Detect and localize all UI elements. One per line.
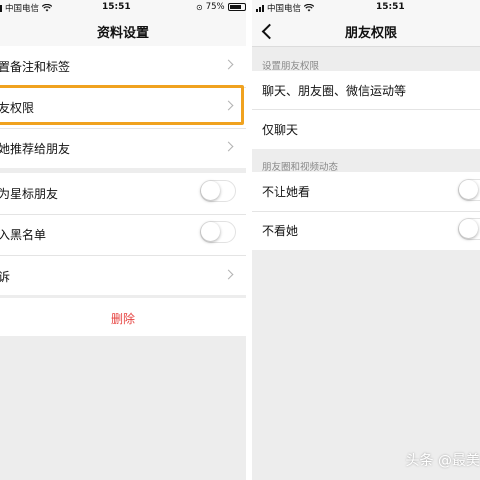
status-bar: 中国电信 15:51 [252,0,480,16]
status-time: 15:51 [376,2,405,12]
status-carrier-group: 中国电信 [0,2,53,14]
toggle-knob [201,181,220,200]
settings-group-3: 诉 [0,255,246,295]
row-label: 入黑名单 [0,228,47,242]
option-chat-moments-werun[interactable]: 聊天、朋友圈、微信运动等 [252,71,480,109]
carrier-label: 中国电信 [5,4,40,14]
status-right-group: ⊙ 75% [196,2,246,12]
section-header-moments: 朋友圈和视频动态 [262,162,339,173]
moments-options: 不让她看 不看她 [252,172,480,250]
row-blacklist: 入黑名单 [0,214,246,254]
wifi-icon [304,4,315,12]
signal-icon [256,4,264,12]
toggle-knob [459,180,478,199]
watermark: 头条 @最美 [405,453,480,469]
profile-settings-screen: 中国电信 15:51 ⊙ 75% 资料设置 置备注和标签 友权限 她推荐给朋友 … [0,0,246,480]
delete-button[interactable]: 删除 [0,310,246,327]
toggle-knob [201,222,220,241]
blacklist-toggle[interactable] [200,221,236,243]
row-label: 她推荐给朋友 [0,142,71,156]
row-recommend-to-friend[interactable]: 她推荐给朋友 [0,128,246,168]
nav-bar: 资料设置 [0,16,246,47]
row-label: 不看她 [262,224,299,238]
option-label: 仅聊天 [262,123,299,137]
location-icon: ⊙ [196,2,203,12]
row-star-friend: 为星标朋友 [0,173,246,213]
row-label: 置备注和标签 [0,60,71,74]
hide-my-moments-toggle[interactable] [458,179,480,201]
chevron-right-icon [223,141,234,152]
star-friend-toggle[interactable] [200,180,236,202]
option-label: 聊天、朋友圈、微信运动等 [262,84,407,98]
chevron-right-icon [223,59,234,70]
option-chat-only[interactable]: 仅聊天 [252,109,480,149]
chevron-right-icon [223,269,234,280]
row-label: 不让她看 [262,185,311,199]
carrier-label: 中国电信 [267,4,302,14]
nav-bar: 朋友权限 [252,16,480,47]
section-header-permissions: 设置朋友权限 [262,61,320,72]
row-label: 诉 [0,270,11,284]
row-report[interactable]: 诉 [0,255,246,296]
status-bar: 中国电信 15:51 ⊙ 75% [0,0,246,16]
friend-permissions-highlight [0,85,244,125]
battery-percent: 75% [205,2,225,12]
toggle-knob [459,219,478,238]
wifi-icon [42,4,53,12]
hide-her-moments-toggle[interactable] [458,218,480,240]
page-title: 朋友权限 [344,26,397,41]
friend-permissions-screen: 中国电信 15:51 朋友权限 设置朋友权限 聊天、朋友圈、微信运动等 仅聊天 … [252,0,480,480]
row-label: 为星标朋友 [0,187,59,201]
row-remark-and-tags[interactable]: 置备注和标签 [0,46,246,86]
permission-options: 聊天、朋友圈、微信运动等 仅聊天 [252,71,480,149]
settings-group-2: 为星标朋友 入黑名单 [0,173,246,255]
signal-icon [0,4,2,12]
row-hide-my-moments: 不让她看 [252,172,480,211]
status-time: 15:51 [102,2,131,12]
row-hide-her-moments: 不看她 [252,211,480,250]
page-title: 资料设置 [96,26,149,41]
battery-icon [227,3,246,11]
delete-section: 删除 [0,298,246,336]
status-carrier-group: 中国电信 [256,2,315,14]
